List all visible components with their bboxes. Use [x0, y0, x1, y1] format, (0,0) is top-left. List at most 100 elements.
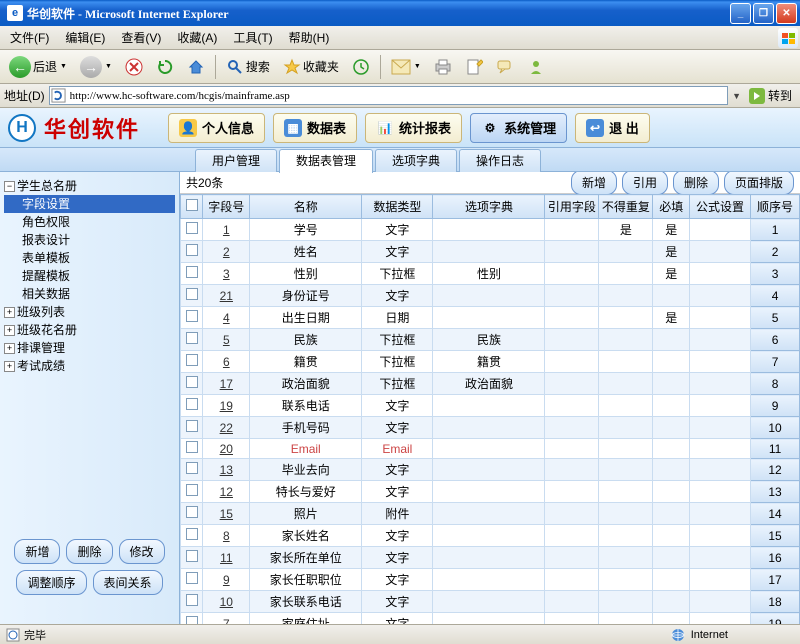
row-checkbox[interactable] [186, 288, 198, 300]
discuss-button[interactable] [491, 53, 519, 81]
row-checkbox[interactable] [186, 572, 198, 584]
row-checkbox[interactable] [186, 484, 198, 496]
row-checkbox[interactable] [186, 376, 198, 388]
col-ref[interactable]: 引用字段 [545, 195, 599, 219]
row-checkbox[interactable] [186, 594, 198, 606]
tree-report-design[interactable]: 报表设计 [4, 231, 175, 249]
search-button[interactable]: 搜索 [221, 53, 275, 81]
select-all-checkbox[interactable] [186, 199, 198, 211]
side-delete-button[interactable]: 删除 [66, 539, 112, 564]
field-id-link[interactable]: 10 [220, 595, 233, 609]
col-uniq[interactable]: 不得重复 [599, 195, 653, 219]
row-checkbox[interactable] [186, 528, 198, 540]
side-reorder-button[interactable]: 调整顺序 [16, 570, 86, 595]
col-type[interactable]: 数据类型 [362, 195, 433, 219]
menu-view[interactable]: 查看(V) [113, 26, 169, 49]
table-row[interactable]: 17政治面貌下拉框政治面貌8 [181, 373, 800, 395]
collapse-icon[interactable]: − [4, 181, 15, 192]
row-checkbox[interactable] [186, 398, 198, 410]
forward-button[interactable]: →▼ [75, 53, 117, 81]
table-row[interactable]: 6籍贯下拉框籍贯7 [181, 351, 800, 373]
field-id-link[interactable]: 21 [220, 289, 233, 303]
favorites-button[interactable]: 收藏夹 [278, 53, 344, 81]
tree-remind-template[interactable]: 提醒模板 [4, 267, 175, 285]
tab-operation-log[interactable]: 操作日志 [459, 149, 541, 172]
tab-user-mgmt[interactable]: 用户管理 [195, 149, 277, 172]
col-req[interactable]: 必填 [653, 195, 690, 219]
tree-related-data[interactable]: 相关数据 [4, 285, 175, 303]
main-layout-button[interactable]: 页面排版 [724, 172, 794, 195]
table-row[interactable]: 7家庭住址文字19 [181, 613, 800, 625]
tab-dictionary[interactable]: 选项字典 [375, 149, 457, 172]
col-ord[interactable]: 顺序号 [751, 195, 800, 219]
row-checkbox[interactable] [186, 332, 198, 344]
row-checkbox[interactable] [186, 420, 198, 432]
field-id-link[interactable]: 5 [223, 333, 230, 347]
nav-personal-info[interactable]: 👤个人信息 [168, 113, 265, 143]
close-button[interactable]: ✕ [776, 3, 797, 24]
menu-favorites[interactable]: 收藏(A) [169, 26, 225, 49]
nav-system-admin[interactable]: ⚙系统管理 [470, 113, 567, 143]
expand-icon[interactable]: + [4, 361, 15, 372]
table-row[interactable]: 1学号文字是是1 [181, 219, 800, 241]
side-edit-button[interactable]: 修改 [119, 539, 165, 564]
tree-class-list[interactable]: +班级列表 [4, 303, 175, 321]
col-name[interactable]: 名称 [250, 195, 362, 219]
field-id-link[interactable]: 9 [223, 573, 230, 587]
row-checkbox[interactable] [186, 266, 198, 278]
field-id-link[interactable]: 8 [223, 529, 230, 543]
main-add-button[interactable]: 新增 [571, 172, 617, 195]
field-id-link[interactable]: 6 [223, 355, 230, 369]
print-button[interactable] [429, 53, 457, 81]
expand-icon[interactable]: + [4, 343, 15, 354]
back-button[interactable]: ←后退▼ [4, 53, 72, 81]
field-id-link[interactable]: 17 [220, 377, 233, 391]
edit-button[interactable] [460, 53, 488, 81]
messenger-button[interactable] [522, 53, 550, 81]
field-id-link[interactable]: 13 [220, 463, 233, 477]
table-row[interactable]: 19联系电话文字9 [181, 395, 800, 417]
main-delete-button[interactable]: 删除 [673, 172, 719, 195]
field-id-link[interactable]: 4 [223, 311, 230, 325]
table-row[interactable]: 11家长所在单位文字16 [181, 547, 800, 569]
refresh-button[interactable] [151, 53, 179, 81]
row-checkbox[interactable] [186, 244, 198, 256]
field-id-link[interactable]: 12 [220, 485, 233, 499]
nav-data-tables[interactable]: ▦数据表 [273, 113, 357, 143]
tree-form-template[interactable]: 表单模板 [4, 249, 175, 267]
side-relations-button[interactable]: 表间关系 [93, 570, 163, 595]
table-row[interactable]: 9家长任职职位文字17 [181, 569, 800, 591]
table-row[interactable]: 13毕业去向文字12 [181, 459, 800, 481]
field-id-link[interactable]: 3 [223, 267, 230, 281]
maximize-button[interactable]: ❐ [753, 3, 774, 24]
row-checkbox[interactable] [186, 310, 198, 322]
stop-button[interactable] [120, 53, 148, 81]
col-id[interactable]: 字段号 [203, 195, 250, 219]
table-row[interactable]: 5民族下拉框民族6 [181, 329, 800, 351]
field-id-link[interactable]: 20 [220, 442, 233, 456]
row-checkbox[interactable] [186, 616, 198, 624]
mail-button[interactable]: ▼ [386, 53, 426, 81]
field-id-link[interactable]: 7 [223, 617, 230, 625]
row-checkbox[interactable] [186, 550, 198, 562]
table-row[interactable]: 22手机号码文字10 [181, 417, 800, 439]
expand-icon[interactable]: + [4, 307, 15, 318]
tree-role-perm[interactable]: 角色权限 [4, 213, 175, 231]
field-id-link[interactable]: 15 [220, 507, 233, 521]
row-checkbox[interactable] [186, 441, 198, 453]
menu-tools[interactable]: 工具(T) [225, 26, 280, 49]
table-row[interactable]: 12特长与爱好文字13 [181, 481, 800, 503]
main-ref-button[interactable]: 引用 [622, 172, 668, 195]
menu-file[interactable]: 文件(F) [2, 26, 57, 49]
col-formula[interactable]: 公式设置 [690, 195, 751, 219]
table-row[interactable]: 3性别下拉框性别是3 [181, 263, 800, 285]
table-row[interactable]: 20EmailEmail11 [181, 439, 800, 459]
tree-schedule-mgmt[interactable]: +排课管理 [4, 339, 175, 357]
address-input[interactable] [49, 86, 728, 105]
table-row[interactable]: 2姓名文字是2 [181, 241, 800, 263]
tab-table-mgmt[interactable]: 数据表管理 [279, 149, 373, 173]
minimize-button[interactable]: _ [730, 3, 751, 24]
expand-icon[interactable]: + [4, 325, 15, 336]
table-row[interactable]: 10家长联系电话文字18 [181, 591, 800, 613]
menu-edit[interactable]: 编辑(E) [57, 26, 113, 49]
